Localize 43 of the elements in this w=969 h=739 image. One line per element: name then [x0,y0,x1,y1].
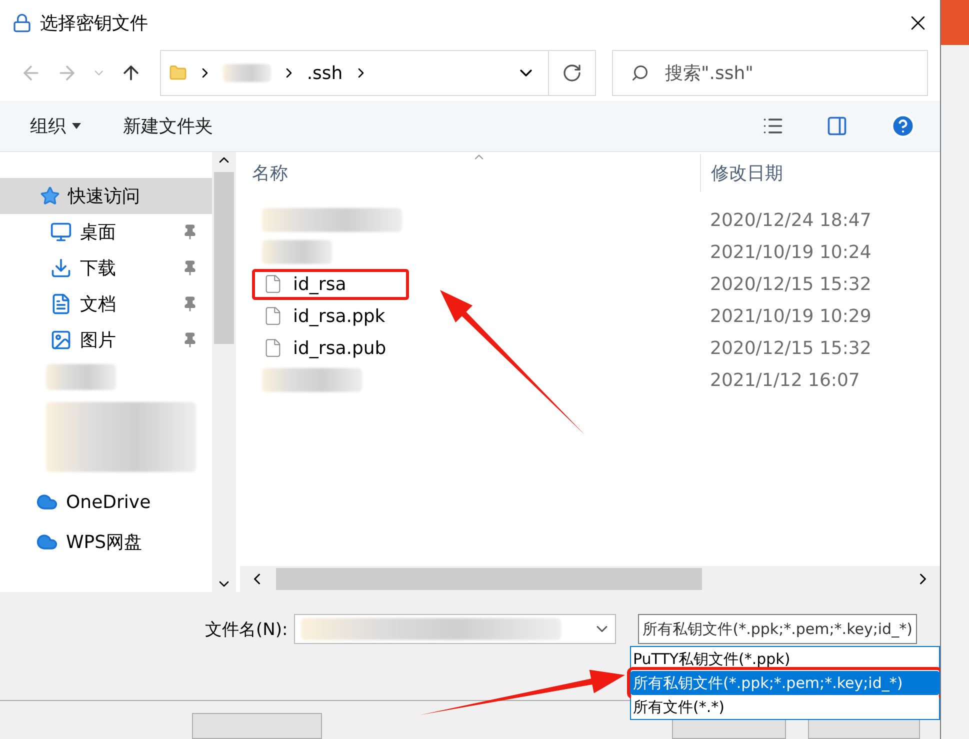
column-header[interactable]: 修改日期 [700,154,783,192]
redacted-block [222,64,271,82]
scrollbar[interactable] [212,152,236,592]
date-cell-text: 2020/12/15 15:32 [709,338,872,358]
key-lock-icon [12,12,32,32]
file-item[interactable]: id_rsa [252,268,410,300]
file-icon [263,306,283,326]
breadcrumb[interactable]: .ssh [306,62,343,84]
date-cell-text: 2020/12/15 15:32 [709,274,872,294]
date-cell-text: 2021/10/19 10:24 [709,242,872,262]
help-icon[interactable] [890,113,916,139]
sidebar-item[interactable]: OneDrive [0,484,212,520]
preview-pane-icon[interactable] [826,115,848,137]
sidebar-item[interactable]: 下载 [0,250,212,286]
redacted-block [46,364,116,390]
file-icon [263,338,283,358]
search-icon [630,64,649,82]
sidebar-item[interactable]: WPS网盘 [0,524,212,560]
redacted-block [262,240,332,264]
star-icon [40,186,60,206]
date-cell-text: 2021/10/19 10:29 [709,306,872,326]
sidebar-item[interactable]: 图片 [0,322,212,358]
file-type-dropdown[interactable]: 所有私钥文件(*.ppk;*.pem;*.key;id_*) [638,614,918,644]
refresh-icon[interactable] [562,63,582,83]
column-header[interactable]: 名称 [240,161,700,185]
organize-menu[interactable]: 组织 [30,114,81,138]
address-bar[interactable]: .ssh [160,50,596,96]
date-cell-text: 2020/12/24 18:47 [709,210,872,230]
file-icon [263,274,283,294]
file-item[interactable]: id_rsa.ppk [252,300,448,332]
window-title: 选择密钥文件 [40,12,149,34]
file-name-field[interactable] [294,614,616,644]
dropdown-option[interactable]: 所有私钥文件(*.ppk;*.pem;*.key;id_*) [631,671,939,695]
caret-icon [72,123,81,129]
sidebar-item[interactable]: 文档 [0,286,212,322]
sidebar-item[interactable]: 桌面 [0,214,212,250]
file-item[interactable]: id_rsa.pub [252,332,450,364]
new-folder-button[interactable]: 新建文件夹 [123,114,213,138]
date-cell-text: 2021/1/12 16:07 [709,370,860,390]
scrollbar[interactable] [240,566,940,592]
file-name-label: 文件名(N): [205,618,288,640]
sidebar-item[interactable]: 快速访问 [0,178,212,214]
search-field[interactable]: 搜索".ssh" [612,50,928,96]
